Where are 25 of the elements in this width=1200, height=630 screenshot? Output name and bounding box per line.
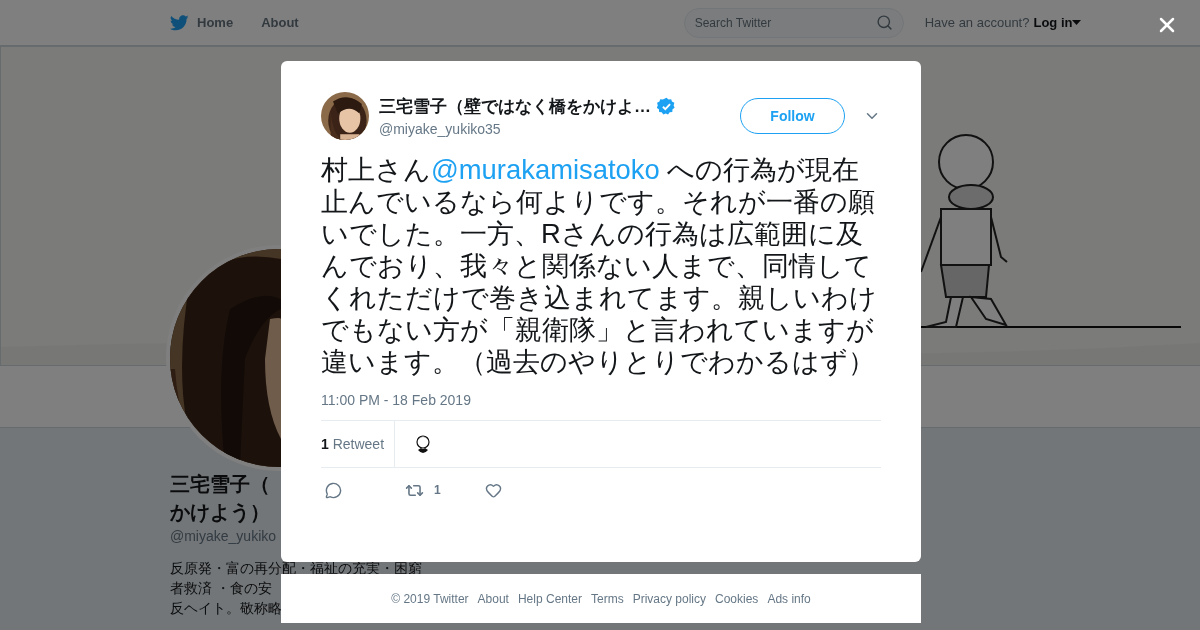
- reply-icon: [325, 481, 342, 499]
- profile-handle: @miyake_yukiko: [170, 528, 277, 544]
- profile-bio-line: 者救済 ・食の安: [170, 579, 272, 598]
- heart-icon: [485, 481, 502, 499]
- footer-link[interactable]: Help Center: [517, 591, 582, 606]
- tweet-timestamp: 11:00 PM - 18 Feb 2019: [321, 392, 472, 408]
- footer-link[interactable]: Cookies: [715, 591, 759, 606]
- footer-link[interactable]: Privacy policy: [632, 591, 706, 606]
- login-link[interactable]: Log in: [1033, 15, 1082, 30]
- search-field[interactable]: Search Twitter: [683, 7, 904, 38]
- nav-link[interactable]: About: [261, 15, 299, 30]
- nav-link[interactable]: Home: [170, 14, 234, 31]
- profile-name: かけよう）: [170, 500, 270, 525]
- bird-icon: [170, 14, 189, 31]
- copyright-text: © 2019 Twitter: [391, 591, 469, 606]
- caret-icon: [1072, 19, 1082, 26]
- profile-bio-line: 反ヘイト。敬称略: [170, 599, 282, 618]
- retweet-button[interactable]: 1: [401, 480, 481, 500]
- retweet-count[interactable]: 1 Retweet: [321, 421, 396, 467]
- footer-link[interactable]: Ads info: [767, 591, 811, 606]
- footer-link[interactable]: About: [477, 591, 509, 606]
- account-prompt: Have an account?: [924, 15, 1030, 30]
- footer-link[interactable]: Terms: [591, 591, 624, 606]
- search-icon: [875, 14, 893, 31]
- profile-name: 三宅雪子（: [170, 472, 270, 497]
